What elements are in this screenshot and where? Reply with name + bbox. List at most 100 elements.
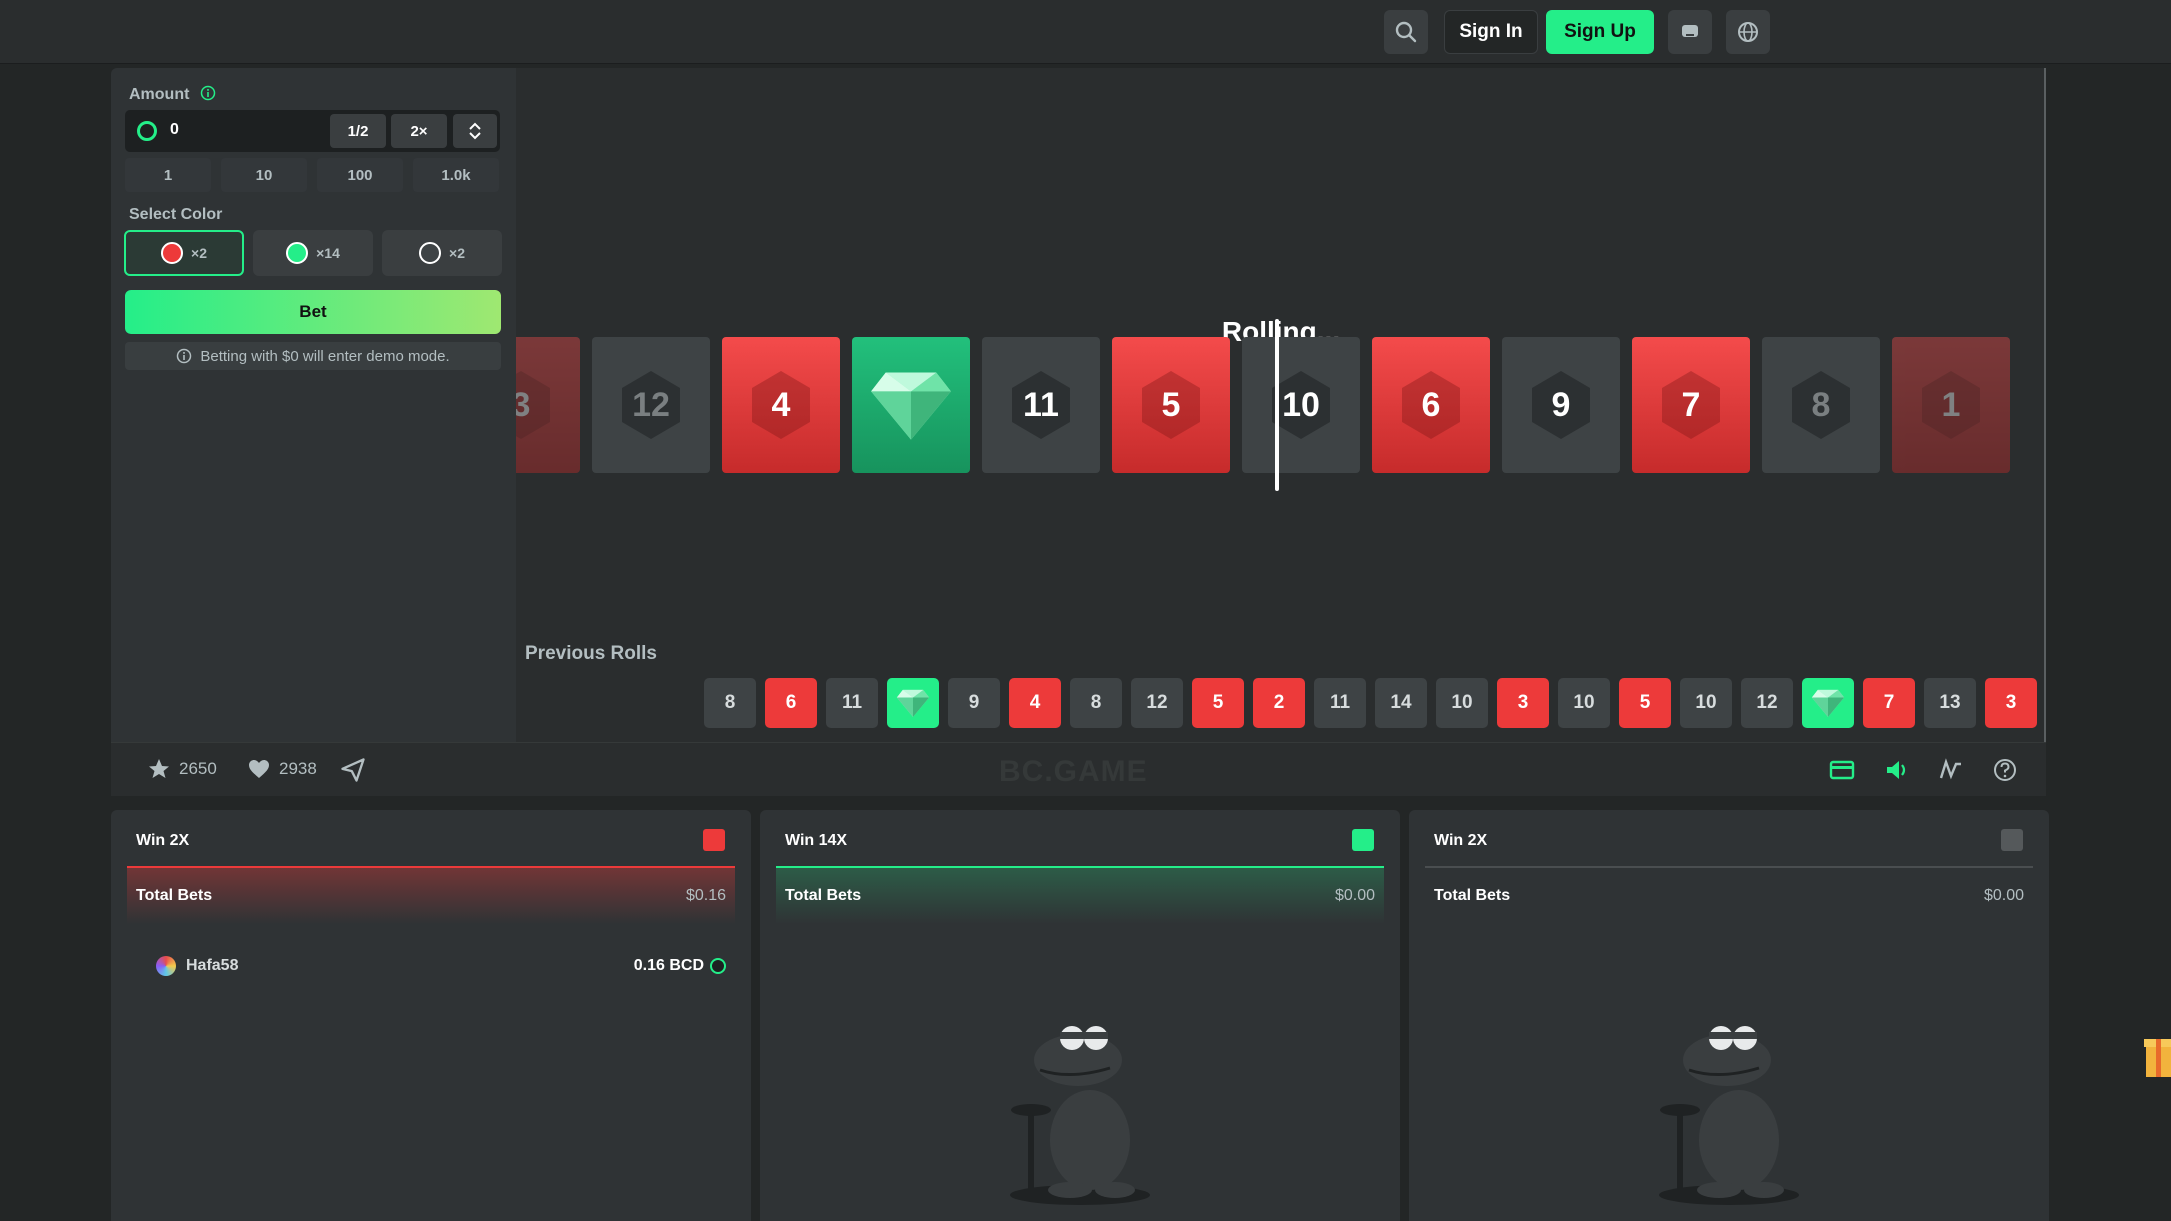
previous-roll[interactable]: 12 bbox=[1131, 678, 1183, 728]
previous-roll[interactable]: 7 bbox=[1863, 678, 1915, 728]
column-title: Win 2X bbox=[136, 832, 190, 849]
roll-tile-number: 1 bbox=[1941, 385, 1961, 424]
bet-control-panel: Amount 0 1/2 2× 1 10 100 1.0k Select Col… bbox=[111, 68, 516, 742]
roll-tile-5: 5 bbox=[1112, 337, 1230, 473]
total-bets-value: $0.00 bbox=[1983, 887, 2024, 904]
previous-roll-gem[interactable] bbox=[887, 678, 939, 728]
chevron-down-icon[interactable] bbox=[468, 131, 482, 141]
scrollbar[interactable] bbox=[2044, 68, 2046, 742]
roll-tile-7: 7 bbox=[1632, 337, 1750, 473]
help-icon[interactable] bbox=[1991, 756, 2019, 784]
previous-roll[interactable]: 13 bbox=[1924, 678, 1976, 728]
preset-amount-1k[interactable]: 1.0k bbox=[413, 158, 499, 192]
roll-tile-number: 10 bbox=[1282, 385, 1320, 424]
previous-roll[interactable]: 12 bbox=[1741, 678, 1793, 728]
green-bets-column: Win 14X Total Bets $0.00 bbox=[760, 810, 1400, 1221]
previous-roll[interactable]: 11 bbox=[826, 678, 878, 728]
favorite-stat[interactable]: 2650 bbox=[147, 757, 217, 781]
color-red-button[interactable]: ×2 bbox=[124, 230, 244, 276]
bc-game-logo: BC.GAME bbox=[999, 755, 1148, 788]
previous-roll[interactable]: 2 bbox=[1253, 678, 1305, 728]
bcd-coin-icon bbox=[710, 958, 726, 974]
previous-roll[interactable]: 6 bbox=[765, 678, 817, 728]
preset-amount-100[interactable]: 100 bbox=[317, 158, 403, 192]
bettor-amount-text: 0.16 BCD bbox=[633, 957, 704, 974]
empty-crocodile-illustration bbox=[1659, 1026, 1799, 1205]
empty-crocodile-illustration bbox=[1010, 1026, 1150, 1205]
previous-roll-gem[interactable] bbox=[1802, 678, 1854, 728]
sign-up-button[interactable]: Sign Up bbox=[1546, 10, 1654, 54]
card-icon[interactable] bbox=[1828, 756, 1856, 784]
amount-label: Amount bbox=[129, 85, 216, 104]
like-count: 2938 bbox=[279, 759, 317, 778]
roll-tile-3: 3 bbox=[516, 337, 580, 473]
previous-roll[interactable]: 4 bbox=[1009, 678, 1061, 728]
chat-icon bbox=[1682, 25, 1698, 37]
half-button[interactable]: 1/2 bbox=[330, 114, 386, 148]
sign-in-button[interactable]: Sign In bbox=[1444, 10, 1538, 54]
hexagon-icon: 7 bbox=[1659, 369, 1723, 441]
roll-tile-number: 3 bbox=[516, 385, 531, 424]
roll-tile-6: 6 bbox=[1372, 337, 1490, 473]
hexagon-icon: 12 bbox=[619, 369, 683, 441]
roll-tile-12: 12 bbox=[592, 337, 710, 473]
hexagon-icon: 4 bbox=[749, 369, 813, 441]
previous-roll[interactable]: 10 bbox=[1558, 678, 1610, 728]
bettor-row[interactable]: Hafa58 0.16 BCD bbox=[156, 956, 726, 976]
amount-stepper[interactable] bbox=[453, 114, 497, 148]
sound-icon[interactable] bbox=[1883, 756, 1911, 784]
hexagon-icon: 3 bbox=[516, 369, 553, 441]
gray-color-square bbox=[2001, 829, 2023, 851]
previous-rolls-label: Previous Rolls bbox=[525, 643, 657, 664]
roll-tile-number: 4 bbox=[771, 385, 791, 424]
bet-button[interactable]: Bet bbox=[125, 290, 501, 334]
total-bets-value: $0.16 bbox=[685, 887, 726, 904]
roll-indicator bbox=[1275, 319, 1279, 491]
chat-button[interactable] bbox=[1668, 10, 1712, 54]
hexagon-icon: 8 bbox=[1789, 369, 1853, 441]
hexagon-icon: 9 bbox=[1529, 369, 1593, 441]
game-footer-bar: 2650 2938 BC.GAME bbox=[111, 742, 2046, 796]
gift-icon[interactable] bbox=[2140, 1025, 2171, 1087]
share-icon[interactable] bbox=[339, 756, 367, 784]
roll-tile-1: 1 bbox=[1892, 337, 2010, 473]
roll-tile-number: 8 bbox=[1811, 385, 1831, 424]
color-gray-button[interactable]: ×2 bbox=[382, 230, 502, 276]
like-stat[interactable]: 2938 bbox=[247, 757, 317, 781]
column-title: Win 2X bbox=[1434, 832, 1488, 849]
info-icon[interactable] bbox=[200, 85, 216, 101]
previous-roll[interactable]: 5 bbox=[1192, 678, 1244, 728]
previous-roll[interactable]: 14 bbox=[1375, 678, 1427, 728]
roll-tile-gem bbox=[852, 337, 970, 473]
previous-roll[interactable]: 9 bbox=[948, 678, 1000, 728]
chevron-up-icon[interactable] bbox=[468, 121, 482, 131]
green-color-square bbox=[1352, 829, 1374, 851]
column-title: Win 14X bbox=[785, 832, 848, 849]
avatar bbox=[156, 956, 176, 976]
top-bar: Sign In Sign Up bbox=[0, 0, 2171, 64]
chart-trend-icon[interactable] bbox=[1937, 756, 1965, 784]
language-button[interactable] bbox=[1726, 10, 1770, 54]
previous-roll[interactable]: 8 bbox=[1070, 678, 1122, 728]
preset-amount-1[interactable]: 1 bbox=[125, 158, 211, 192]
previous-roll[interactable]: 8 bbox=[704, 678, 756, 728]
previous-roll[interactable]: 10 bbox=[1680, 678, 1732, 728]
previous-roll[interactable]: 3 bbox=[1497, 678, 1549, 728]
previous-roll[interactable]: 5 bbox=[1619, 678, 1671, 728]
previous-roll[interactable]: 10 bbox=[1436, 678, 1488, 728]
color-green-button[interactable]: ×14 bbox=[253, 230, 373, 276]
previous-roll[interactable]: 3 bbox=[1985, 678, 2037, 728]
roll-tile-9: 9 bbox=[1502, 337, 1620, 473]
preset-amount-10[interactable]: 10 bbox=[221, 158, 307, 192]
double-button[interactable]: 2× bbox=[391, 114, 447, 148]
total-bets-label: Total Bets bbox=[1434, 887, 1511, 904]
amount-input[interactable]: 0 bbox=[170, 121, 179, 139]
previous-roll[interactable]: 11 bbox=[1314, 678, 1366, 728]
demo-note-text: Betting with $0 will enter demo mode. bbox=[200, 347, 450, 365]
bettor-amount: 0.16 BCD bbox=[634, 957, 726, 975]
hexagon-icon: 6 bbox=[1399, 369, 1463, 441]
roulette-game-area: Rolling... 3 12 4 11 5 10 6 9 7 8 1 Previous Rolls… bbox=[516, 68, 2046, 742]
total-bets-label: Total Bets bbox=[785, 887, 862, 904]
gray-bets-column: Win 2X Total Bets $0.00 bbox=[1409, 810, 2049, 1221]
search-button[interactable] bbox=[1384, 10, 1428, 54]
